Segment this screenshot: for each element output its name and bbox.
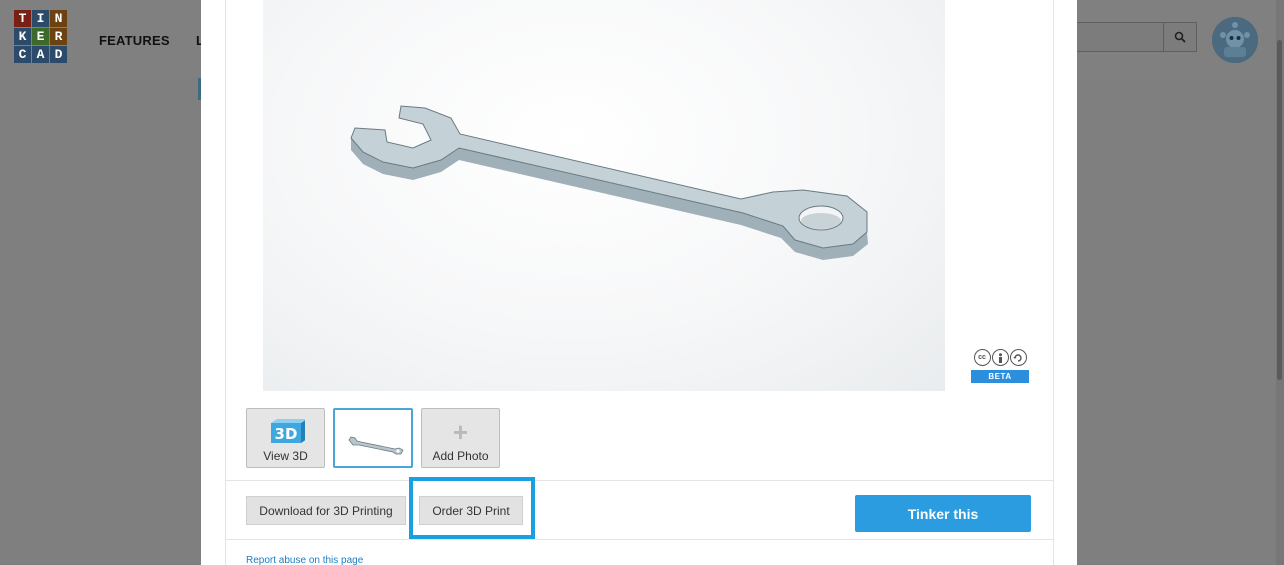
cc-icon: cc — [973, 349, 991, 366]
logo-letter: T — [14, 10, 31, 27]
tinker-this-button[interactable]: Tinker this — [855, 495, 1031, 532]
divider — [225, 539, 1054, 540]
logo-letter: C — [14, 46, 31, 63]
logo-letter: D — [50, 46, 67, 63]
wrench-model-image — [350, 105, 868, 260]
thumbnail-strip: 3D View 3D + Add Photo — [246, 408, 500, 468]
highlight-box — [409, 477, 535, 539]
wrench-thumbnail-image — [348, 436, 404, 455]
tinkercad-logo[interactable]: T I N K E R C A D — [14, 10, 67, 63]
divider — [225, 480, 1054, 481]
view-3d-button[interactable]: 3D View 3D — [246, 408, 325, 468]
attribution-icon — [991, 349, 1009, 366]
logo-letter: E — [32, 28, 49, 45]
model-viewer[interactable] — [263, 0, 945, 391]
beta-badge: BETA — [971, 370, 1029, 383]
add-photo-label: Add Photo — [432, 449, 489, 463]
logo-letter: R — [50, 28, 67, 45]
cube-3d-text: 3D — [274, 425, 297, 443]
logo-letter: I — [32, 10, 49, 27]
search-icon — [1174, 31, 1186, 43]
wrench-thumbnail[interactable] — [333, 408, 413, 468]
page-scrollbar[interactable] — [1276, 0, 1284, 565]
user-avatar[interactable] — [1212, 17, 1258, 63]
download-for-3d-printing-button[interactable]: Download for 3D Printing — [246, 496, 406, 525]
search-button[interactable] — [1163, 22, 1197, 52]
license-badge[interactable]: cc BETA — [971, 349, 1029, 383]
add-photo-button[interactable]: + Add Photo — [421, 408, 500, 468]
scrollbar-thumb[interactable] — [1277, 40, 1282, 380]
logo-letter: A — [32, 46, 49, 63]
cube-3d-icon: 3D — [270, 419, 305, 443]
logo-letter: K — [14, 28, 31, 45]
plus-icon: + — [452, 417, 469, 447]
robot-avatar-icon — [1212, 17, 1258, 63]
view-3d-label: View 3D — [263, 449, 308, 463]
design-detail-modal: cc BETA 3D View 3D + Add Photo Download … — [201, 0, 1077, 565]
share-alike-icon — [1009, 349, 1027, 366]
logo-letter: N — [50, 10, 67, 27]
nav-features-link[interactable]: FEATURES — [99, 33, 170, 48]
report-abuse-link[interactable]: Report abuse on this page — [246, 555, 363, 565]
search-input[interactable] — [1070, 22, 1163, 52]
